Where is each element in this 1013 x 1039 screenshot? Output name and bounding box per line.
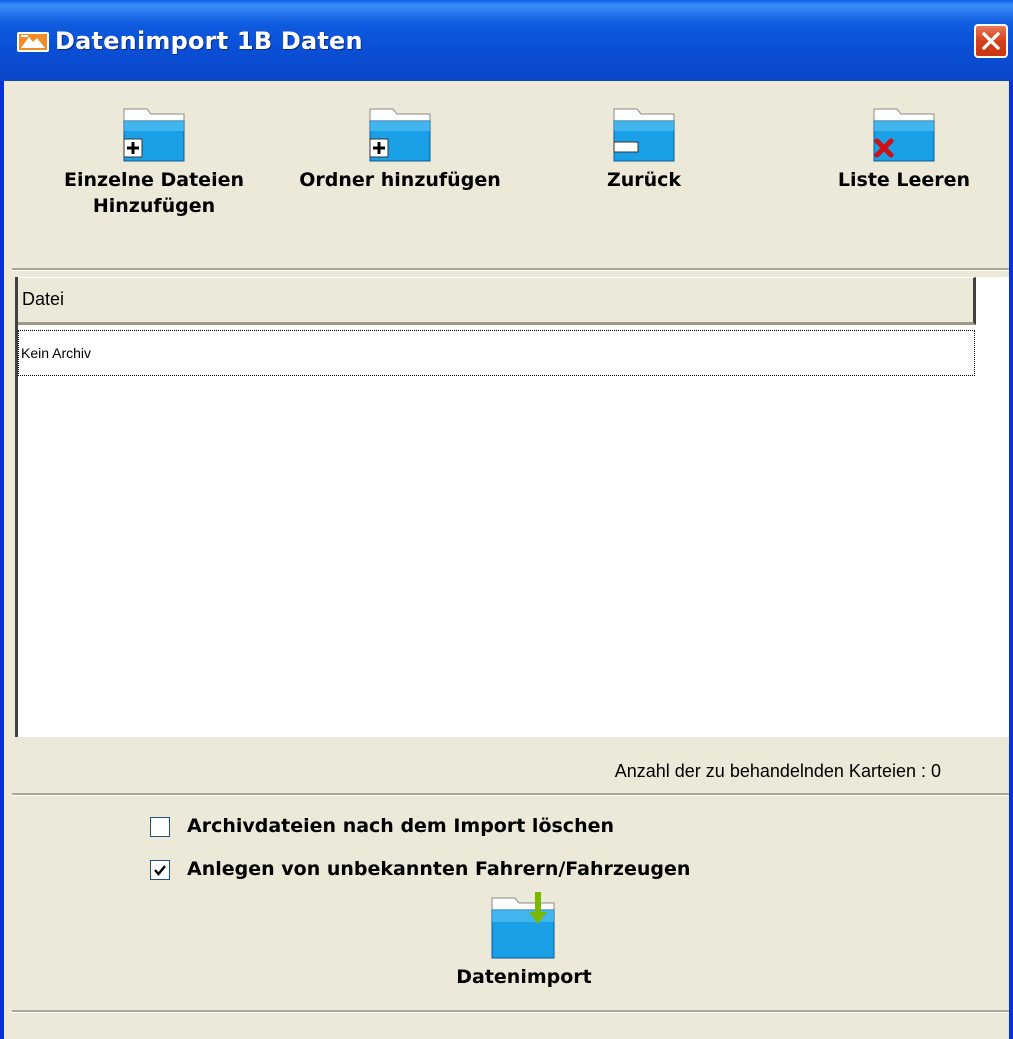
folder-plus-icon [369,108,431,162]
toolbar: Einzelne Dateien Hinzufügen Ordner hinzu… [4,81,1009,267]
folder-minus-icon [613,108,675,162]
toolbar-divider [12,268,1009,271]
create-unknown-checkbox[interactable] [150,860,170,880]
list-item-file: Kein Archiv [21,345,92,361]
add-folder-label: Ordner hinzufügen [299,169,501,191]
bottom-divider [12,1010,1009,1013]
file-count-text: Anzahl der zu behandelnden Karteien : 0 [614,761,941,781]
title-bar[interactable]: Datenimport 1B Daten [0,0,1013,81]
add-folder-button[interactable]: Ordner hinzufügen [280,105,520,193]
folder-download-icon [491,892,555,959]
back-label: Zurück [606,169,682,191]
back-button[interactable]: Zurück [534,105,754,193]
close-icon [982,32,1000,50]
import-options: Archivdateien nach dem Import löschen An… [4,797,1009,1012]
import-dialog-window: Datenimport 1B Daten Einzelne Dateien Hi… [0,0,1013,1039]
clear-list-button[interactable]: Liste Leeren [794,105,1013,193]
bottom-strip [4,1014,1009,1039]
folder-x-icon [873,108,935,162]
column-header-file[interactable]: Datei [18,277,976,325]
status-bar: Anzahl der zu behandelnden Karteien : 0 [4,737,1009,795]
window-title: Datenimport 1B Daten [55,27,363,55]
close-button[interactable] [974,24,1008,58]
checkmark-icon [154,865,166,876]
folder-plus-icon [123,108,185,162]
create-unknown-label: Anlegen von unbekannten Fahrern/Fahrzeug… [187,858,691,880]
add-files-label: Einzelne Dateien Hinzufügen [64,169,244,217]
app-logo-icon [17,32,49,52]
add-files-button[interactable]: Einzelne Dateien Hinzufügen [34,105,274,219]
data-import-label: Datenimport [456,966,592,988]
delete-archives-label: Archivdateien nach dem Import löschen [187,815,615,837]
delete-archives-checkbox[interactable] [150,817,170,837]
file-list[interactable]: Datei Kein Archiv [15,277,1009,737]
clear-list-label: Liste Leeren [837,169,971,191]
column-header-label: Datei [22,289,65,309]
status-divider [12,793,1009,796]
data-import-button[interactable]: Datenimport [444,890,604,988]
list-item[interactable]: Kein Archiv [18,330,975,376]
